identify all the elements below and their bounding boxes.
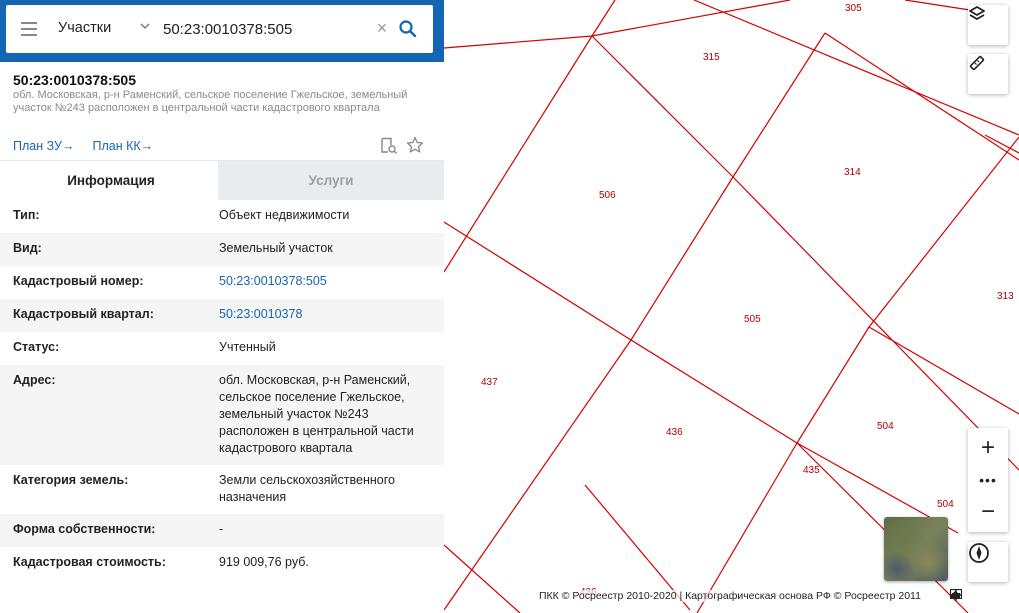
boundary-line <box>443 221 632 341</box>
plot-label: 504 <box>937 499 954 510</box>
row-label: Кадастровый номер: <box>13 274 144 288</box>
minimap-satellite-thumbnail[interactable] <box>884 517 948 581</box>
table-row: Тип: Объект недвижимости <box>0 200 444 233</box>
plot-label: 437 <box>481 377 498 388</box>
zoom-controls: + ••• − <box>968 428 1008 532</box>
plan-zu-link[interactable]: План ЗУ→ <box>13 139 74 153</box>
plot-label: 505 <box>744 314 761 325</box>
cadastral-quarter-link[interactable]: 50:23:0010378 <box>219 306 429 323</box>
row-value: обл. Московская, р-н Раменский, сельское… <box>219 373 414 455</box>
row-value: Земли сельскохозяйственного назначения <box>219 473 395 504</box>
boundary-line <box>868 326 1019 415</box>
boundary-line <box>732 32 826 178</box>
boundary-line <box>732 176 1019 471</box>
boundary-line <box>591 0 616 37</box>
row-value: Объект недвижимости <box>219 208 350 222</box>
plot-label: 313 <box>997 291 1014 302</box>
search-icon[interactable] <box>398 19 418 39</box>
arrow-right-icon: → <box>140 139 154 153</box>
plot-label: 305 <box>845 3 862 14</box>
tab-services[interactable]: Услуги <box>218 161 444 200</box>
compass-button[interactable] <box>968 542 1008 582</box>
boundary-line <box>696 442 798 613</box>
fullscreen-icon[interactable] <box>950 589 1002 603</box>
table-row: Кадастровый квартал: 50:23:0010378 <box>0 299 444 332</box>
boundary-line <box>824 32 1019 161</box>
plot-label: 435 <box>803 465 820 476</box>
table-row: Статус: Учтенный <box>0 332 444 365</box>
chevron-down-icon[interactable] <box>138 19 152 33</box>
document-search-icon[interactable] <box>380 137 398 155</box>
row-label: Вид: <box>13 241 42 255</box>
search-bar: Участки × <box>0 0 444 62</box>
arrow-right-icon: → <box>61 139 75 153</box>
row-label: Кадастровая стоимость: <box>13 555 166 569</box>
object-address: обл. Московская, р-н Раменский, сельское… <box>13 89 408 114</box>
info-panel: Участки × 50:23:0010378:505 обл. Московс… <box>0 0 444 613</box>
table-row: Кадастровый номер: 50:23:0010378:505 <box>0 266 444 299</box>
boundary-line <box>630 176 734 341</box>
row-value: - <box>219 522 224 536</box>
row-label: Статус: <box>13 340 60 354</box>
plot-label: 436 <box>666 427 683 438</box>
more-button[interactable]: ••• <box>968 468 1008 492</box>
tab-information[interactable]: Информация <box>0 161 222 200</box>
plan-kk-label: План КК <box>92 139 141 153</box>
collapse-panel-button[interactable] <box>444 18 459 42</box>
row-label: Адрес: <box>13 373 56 387</box>
ruler-button[interactable] <box>968 54 1008 94</box>
search-box: Участки × <box>6 5 433 53</box>
bottom-map-icons <box>950 589 1002 603</box>
row-value: Учтенный <box>219 340 276 354</box>
table-row: Кадастровая стоимость: 919 009,76 руб. <box>0 547 444 580</box>
table-row: Адрес: обл. Московская, р-н Раменский, с… <box>0 365 444 465</box>
zoom-out-button[interactable]: − <box>968 492 1008 532</box>
map-attribution: ПКК © Росреестр 2010-2020 | Картографиче… <box>536 590 924 602</box>
info-table: Тип: Объект недвижимости Вид: Земельный … <box>0 200 444 580</box>
row-label: Форма собственности: <box>13 522 156 536</box>
row-label: Кадастровый квартал: <box>13 307 154 321</box>
plot-label: 315 <box>703 52 720 63</box>
plot-label: 506 <box>599 190 616 201</box>
cadastral-number-link[interactable]: 50:23:0010378:505 <box>219 273 429 290</box>
search-input[interactable] <box>163 15 363 43</box>
chevron-left-icon <box>447 21 457 40</box>
boundary-line <box>443 35 593 49</box>
boundary-line <box>591 0 791 37</box>
plot-label: 314 <box>844 167 861 178</box>
plan-kk-link[interactable]: План КК→ <box>92 139 153 153</box>
plan-zu-label: План ЗУ <box>13 139 62 153</box>
layers-button[interactable] <box>968 5 1008 45</box>
boundary-line <box>796 326 870 444</box>
close-icon[interactable]: × <box>374 19 390 37</box>
object-title: 50:23:0010378:505 <box>13 72 136 88</box>
row-label: Категория земель: <box>13 473 129 487</box>
row-value: Земельный участок <box>219 241 333 255</box>
row-value: 919 009,76 руб. <box>219 555 309 569</box>
menu-icon[interactable] <box>21 22 37 36</box>
star-icon[interactable] <box>406 136 424 154</box>
table-row: Форма собственности: - <box>0 514 444 547</box>
category-select[interactable]: Участки <box>58 20 111 36</box>
table-row: Вид: Земельный участок <box>0 233 444 266</box>
plot-label: 504 <box>877 421 894 432</box>
table-row: Категория земель: Земли сельскохозяйстве… <box>0 465 444 514</box>
locate-icon[interactable] <box>950 589 982 603</box>
boundary-line <box>904 0 971 11</box>
plan-links: План ЗУ→ План КК→ <box>13 139 153 153</box>
boundary-line <box>630 339 798 444</box>
tab-bar: Информация Услуги <box>0 160 444 200</box>
row-label: Тип: <box>13 208 40 222</box>
zoom-in-button[interactable]: + <box>968 428 1008 468</box>
